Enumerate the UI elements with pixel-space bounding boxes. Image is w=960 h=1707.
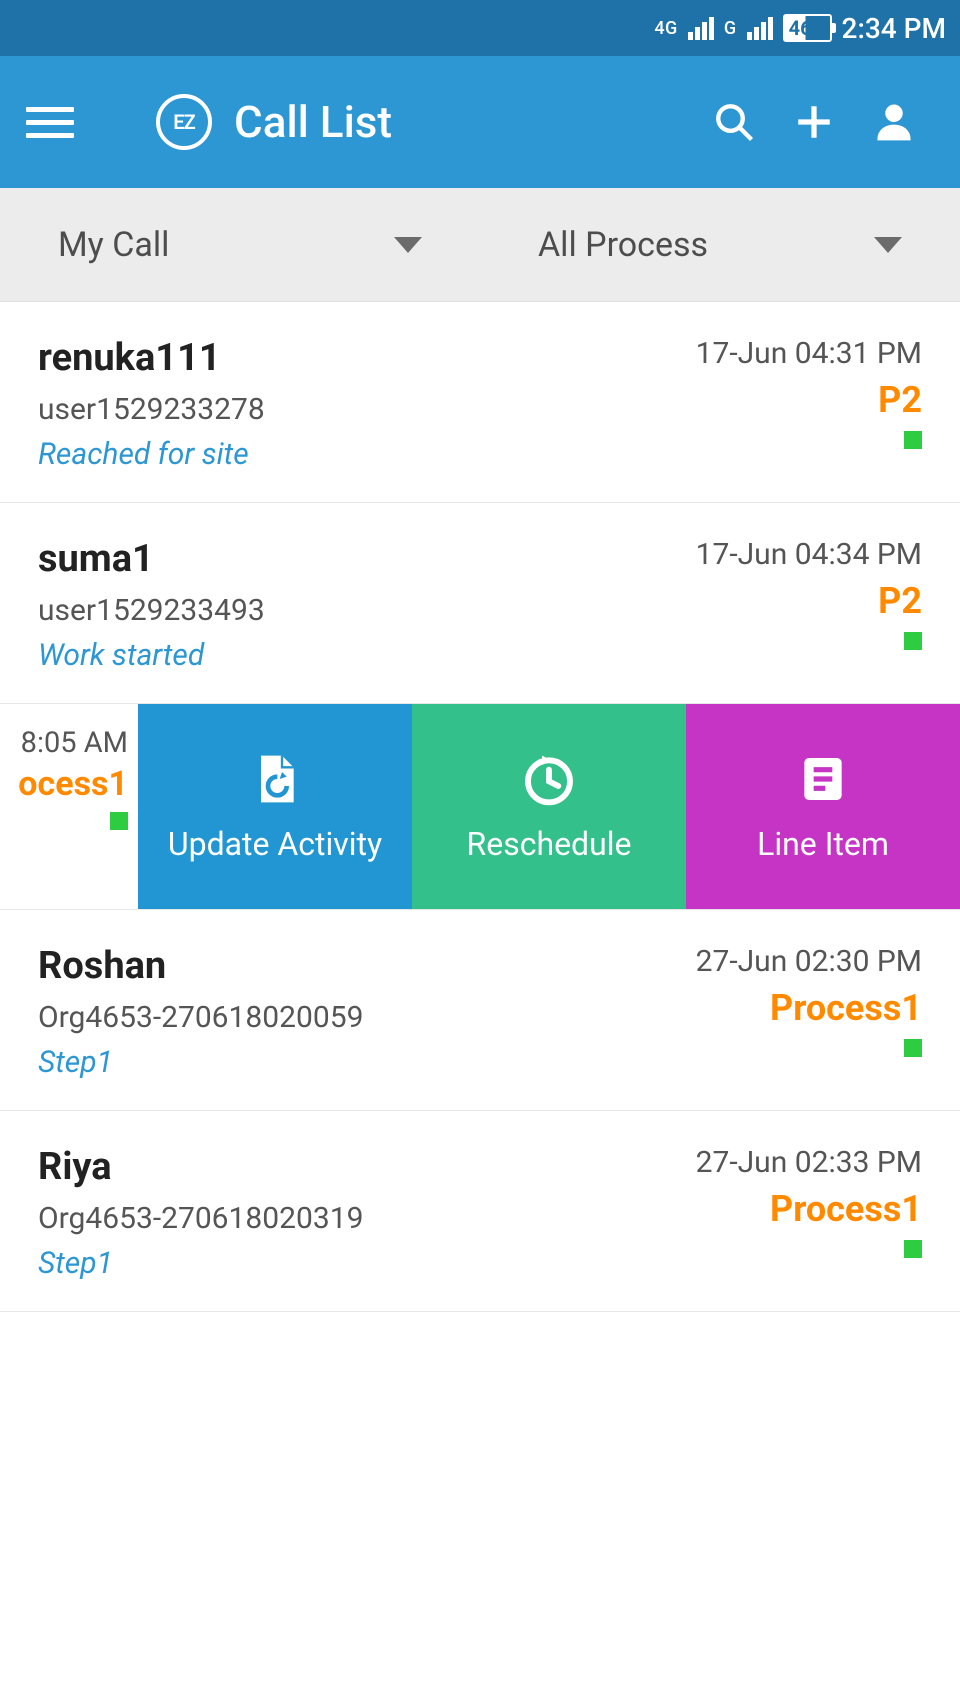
action-label: Line Item	[757, 825, 889, 863]
status-dot-icon	[904, 1240, 922, 1258]
filter-my-call[interactable]: My Call	[0, 188, 480, 301]
chevron-down-icon	[874, 237, 902, 253]
signal-bars-icon	[688, 17, 714, 40]
call-subtext: Org4653-270618020319	[38, 1201, 363, 1236]
filter-all-process[interactable]: All Process	[480, 188, 960, 301]
call-status: Work started	[38, 638, 265, 673]
signal-bars-icon	[747, 17, 773, 40]
call-status: Step1	[38, 1246, 363, 1281]
filter-label: My Call	[58, 225, 169, 265]
app-logo-icon: EZ	[156, 94, 212, 150]
call-time: 27-Jun 02:33 PM	[696, 1145, 922, 1180]
call-time: 8:05 AM	[0, 726, 128, 760]
line-item-button[interactable]: Line Item	[686, 704, 960, 909]
status-dot-icon	[110, 812, 128, 830]
call-row[interactable]: renuka111 user1529233278 Reached for sit…	[0, 302, 960, 503]
action-label: Update Activity	[168, 825, 382, 863]
call-row-swiped: 8:05 AM ocess1 Update Activity Reschedul…	[0, 704, 960, 910]
action-label: Reschedule	[467, 825, 632, 863]
call-time: 17-Jun 04:31 PM	[696, 336, 922, 371]
call-tag: P2	[696, 580, 922, 622]
call-tag: Process1	[696, 987, 922, 1029]
person-icon	[873, 101, 915, 143]
menu-button[interactable]	[26, 107, 74, 138]
call-time: 27-Jun 02:30 PM	[696, 944, 922, 979]
app-bar: EZ Call List	[0, 56, 960, 188]
call-status: Reached for site	[38, 437, 265, 472]
call-row[interactable]: Roshan Org4653-270618020059 Step1 27-Jun…	[0, 910, 960, 1111]
call-list: renuka111 user1529233278 Reached for sit…	[0, 302, 960, 1312]
search-icon	[713, 101, 755, 143]
call-status: Step1	[38, 1045, 363, 1080]
battery-icon: 46	[783, 14, 832, 42]
call-subtext: user1529233493	[38, 593, 265, 628]
clock-text: 2:34 PM	[842, 12, 946, 45]
call-row[interactable]: suma1 user1529233493 Work started 17-Jun…	[0, 503, 960, 704]
call-row[interactable]: Riya Org4653-270618020319 Step1 27-Jun 0…	[0, 1111, 960, 1312]
plus-icon	[793, 101, 835, 143]
filter-bar: My Call All Process	[0, 188, 960, 302]
call-subtext: user1529233278	[38, 392, 265, 427]
call-row-peek[interactable]: 8:05 AM ocess1	[0, 704, 138, 909]
chevron-down-icon	[394, 237, 422, 253]
file-refresh-icon	[247, 751, 303, 807]
call-name: suma1	[38, 537, 265, 581]
call-time: 17-Jun 04:34 PM	[696, 537, 922, 572]
status-dot-icon	[904, 632, 922, 650]
network-g-label: G	[724, 18, 737, 39]
search-button[interactable]	[694, 101, 774, 143]
status-bar: 4G G 46 2:34 PM	[0, 0, 960, 56]
status-dot-icon	[904, 431, 922, 449]
call-name: Roshan	[38, 944, 363, 988]
list-icon	[795, 751, 851, 807]
profile-button[interactable]	[854, 101, 934, 143]
call-tag: ocess1	[0, 764, 128, 804]
add-button[interactable]	[774, 101, 854, 143]
call-tag: P2	[696, 379, 922, 421]
network-4g-label: 4G	[654, 18, 678, 39]
update-activity-button[interactable]: Update Activity	[138, 704, 412, 909]
status-dot-icon	[904, 1039, 922, 1057]
filter-label: All Process	[538, 225, 708, 265]
call-tag: Process1	[696, 1188, 922, 1230]
call-name: Riya	[38, 1145, 363, 1189]
page-title: Call List	[234, 96, 694, 148]
reschedule-button[interactable]: Reschedule	[412, 704, 686, 909]
battery-level: 46	[789, 16, 812, 40]
clock-rewind-icon	[521, 751, 577, 807]
call-name: renuka111	[38, 336, 265, 380]
call-subtext: Org4653-270618020059	[38, 1000, 363, 1035]
